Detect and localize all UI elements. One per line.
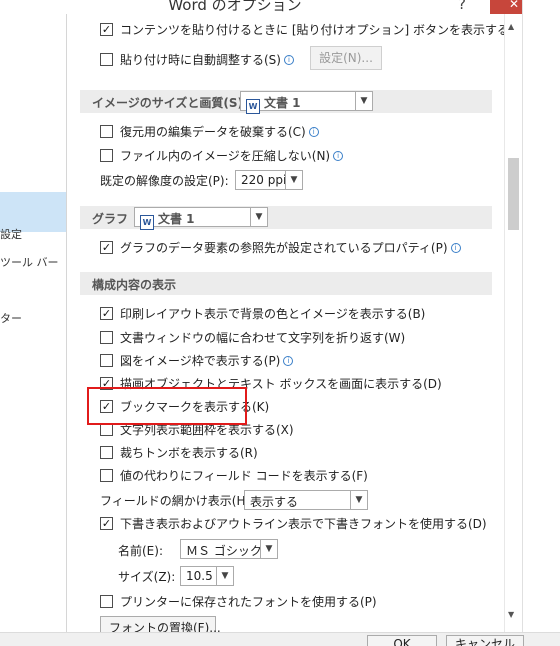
font-name-select[interactable]: ＭＳ ゴシック ▼ xyxy=(180,539,278,559)
checkbox[interactable] xyxy=(100,53,113,66)
window-frame xyxy=(522,0,560,645)
option-label: 値の代わりにフィールド コードを表示する(F) xyxy=(120,469,368,483)
help-button[interactable]: ? xyxy=(458,0,466,13)
chevron-down-icon: ▼ xyxy=(350,491,367,509)
field-shading-label: フィールドの網かけ表示(H): xyxy=(100,494,255,508)
option-label: コンテンツを貼り付けるときに [貼り付けオプション] ボタンを表示する(O) xyxy=(120,23,504,37)
info-icon: i xyxy=(333,151,344,161)
image-doc-select[interactable]: W 文書 1 ▼ xyxy=(240,91,373,114)
select-value: W 文書 1 xyxy=(246,94,301,114)
word-doc-icon: W xyxy=(246,99,260,114)
font-size-select[interactable]: 10.5 ▼ xyxy=(180,566,234,586)
options-nav: 設定 ツール バー ター xyxy=(0,14,67,632)
option-label-text: 図をイメージ枠で表示する(P) xyxy=(120,354,281,368)
option-label-text: ファイル内のイメージを圧縮しない(N) xyxy=(120,149,331,163)
cancel-button[interactable]: キャンセル xyxy=(446,635,524,646)
checkbox[interactable] xyxy=(100,331,113,344)
section-title: グラフ xyxy=(92,212,129,226)
checkbox[interactable] xyxy=(100,595,113,608)
select-value: 220 ppi xyxy=(241,173,287,187)
option-label: 下書き表示およびアウトライン表示で下書きフォントを使用する(D) xyxy=(120,517,487,531)
option-label-text: グラフのデータ要素の参照先が設定されているプロパティ(P) xyxy=(120,241,448,255)
section-image-size-quality: イメージのサイズと画質(S) W 文書 1 ▼ xyxy=(80,90,492,114)
option-label: プリンターに保存されたフォントを使用する(P) xyxy=(120,595,377,609)
scroll-down-icon[interactable]: ▼ xyxy=(508,610,514,619)
button-label: フォントの置換(F)... xyxy=(109,621,221,632)
info-icon: i xyxy=(283,356,294,366)
options-content: ✓ コンテンツを貼り付けるときに [貼り付けオプション] ボタンを表示する(O)… xyxy=(80,14,504,632)
section-title: 構成内容の表示 xyxy=(92,278,177,292)
option-label: 貼り付け時に自動調整する(S) i xyxy=(120,51,294,68)
info-icon: i xyxy=(283,55,294,65)
chevron-down-icon: ▼ xyxy=(355,92,372,110)
font-size-label: サイズ(Z): xyxy=(118,570,176,584)
option-label: グラフのデータ要素の参照先が設定されているプロパティ(P) i xyxy=(120,239,461,256)
scroll-up-icon[interactable]: ▲ xyxy=(508,22,514,31)
select-text: 文書 1 xyxy=(264,96,301,110)
resolution-select[interactable]: 220 ppi ▼ xyxy=(235,170,303,190)
checkbox[interactable]: ✓ xyxy=(100,307,113,320)
ok-button[interactable]: OK xyxy=(367,635,437,646)
section-graph: グラフ W 文書 1 ▼ xyxy=(80,206,492,230)
option-label-text: 復元用の編集データを破棄する(C) xyxy=(120,125,306,139)
option-label: ファイル内のイメージを圧縮しない(N) i xyxy=(120,147,344,164)
checkbox[interactable] xyxy=(100,149,113,162)
chevron-down-icon: ▼ xyxy=(216,567,233,585)
graph-doc-select[interactable]: W 文書 1 ▼ xyxy=(134,207,268,230)
select-value: 10.5 xyxy=(186,569,213,583)
select-value: W 文書 1 xyxy=(140,210,195,230)
info-icon: i xyxy=(450,243,461,253)
window-title: Word のオプション xyxy=(168,0,302,14)
option-label: 復元用の編集データを破棄する(C) i xyxy=(120,123,319,140)
select-text: 文書 1 xyxy=(158,212,195,226)
nav-item-trust[interactable]: ター xyxy=(0,310,22,326)
font-replace-button[interactable]: フォントの置換(F)... xyxy=(100,616,221,632)
chevron-down-icon: ▼ xyxy=(250,208,267,226)
highlight-box xyxy=(87,387,247,425)
section-display-content: 構成内容の表示 xyxy=(80,272,492,295)
vertical-scrollbar[interactable]: ▲ ▼ xyxy=(504,14,522,632)
field-shading-select[interactable]: 表示する ▼ xyxy=(244,490,368,510)
word-doc-icon: W xyxy=(140,215,154,230)
checkbox[interactable]: ✓ xyxy=(100,517,113,530)
resolution-label: 既定の解像度の設定(P): xyxy=(100,174,229,188)
select-value: ＭＳ ゴシック xyxy=(186,544,262,558)
chevron-down-icon: ▼ xyxy=(285,171,302,189)
chevron-down-icon: ▼ xyxy=(260,540,277,558)
info-icon: i xyxy=(308,127,319,137)
option-label: 図をイメージ枠で表示する(P) i xyxy=(120,352,294,369)
checkbox[interactable]: ✓ xyxy=(100,241,113,254)
select-value: 表示する xyxy=(250,495,299,509)
dialog-footer: OK キャンセル xyxy=(0,632,560,646)
nav-item-settings[interactable]: 設定 xyxy=(0,226,22,242)
checkbox[interactable] xyxy=(100,354,113,367)
title-bar: Word のオプション ? ✕ xyxy=(0,0,560,14)
option-label-text: 貼り付け時に自動調整する(S) xyxy=(120,53,281,67)
checkbox[interactable] xyxy=(100,446,113,459)
nav-item-toolbar[interactable]: ツール バー xyxy=(0,254,59,270)
settings-button[interactable]: 設定(N)... xyxy=(310,46,382,70)
option-label: 裁ちトンボを表示する(R) xyxy=(120,446,258,460)
scroll-thumb[interactable] xyxy=(508,158,519,230)
checkbox[interactable] xyxy=(100,125,113,138)
option-label: 文書ウィンドウの幅に合わせて文字列を折り返す(W) xyxy=(120,331,406,345)
option-label: 印刷レイアウト表示で背景の色とイメージを表示する(B) xyxy=(120,307,426,321)
section-title: イメージのサイズと画質(S) xyxy=(92,96,244,110)
checkbox[interactable]: ✓ xyxy=(100,23,113,36)
font-name-label: 名前(E): xyxy=(118,544,163,558)
checkbox[interactable] xyxy=(100,469,113,482)
